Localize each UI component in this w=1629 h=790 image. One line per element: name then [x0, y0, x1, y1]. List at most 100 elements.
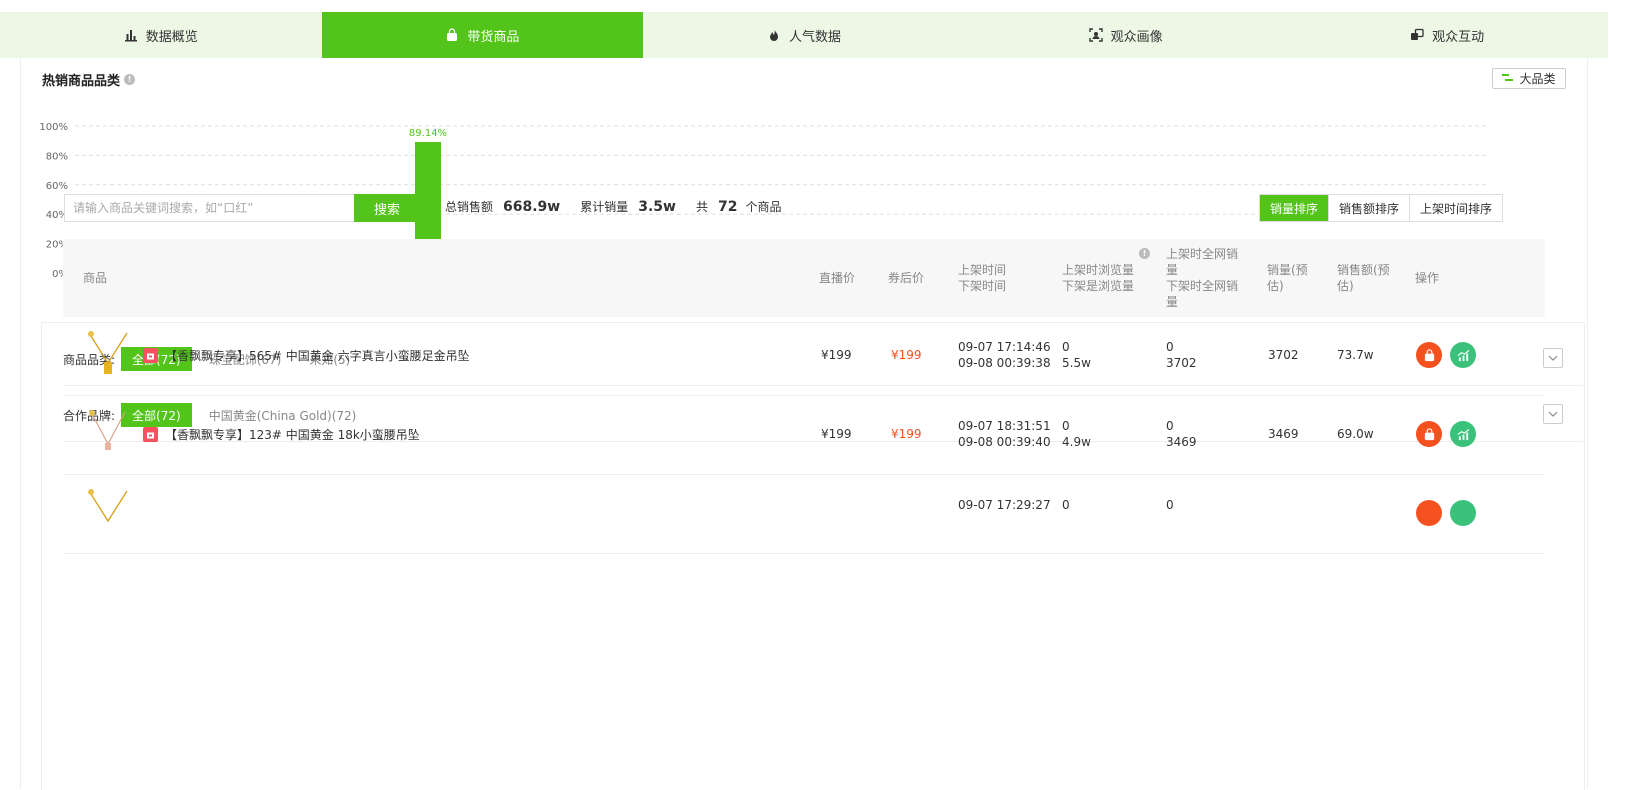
header-ops: 操作: [1415, 271, 1440, 285]
header-product: 商品: [83, 271, 108, 285]
buy-button[interactable]: [1416, 500, 1442, 526]
bar-value-label: 89.14%: [409, 128, 447, 139]
y-tick-label: 100%: [39, 122, 68, 133]
info-icon[interactable]: !: [1139, 248, 1150, 259]
category-expand-button[interactable]: [1543, 348, 1563, 368]
views-off: 5.5w: [1062, 356, 1091, 370]
toggle-icon: [1502, 72, 1514, 86]
bar-chart-icon: [124, 28, 138, 42]
time-cell: 09-07 17:14:46 09-08 00:39:38: [958, 339, 1051, 371]
tab-data-overview[interactable]: 数据概览: [0, 12, 322, 58]
net-off: 3702: [1166, 356, 1197, 370]
search-bar: 搜索: [64, 194, 420, 222]
tab-label: 人气数据: [788, 29, 841, 45]
header-net-off-2: 量: [1166, 295, 1179, 309]
buy-button[interactable]: [1416, 421, 1442, 447]
header-amount-1: 销售额(预: [1337, 263, 1390, 277]
tab-label: 数据概览: [145, 29, 198, 45]
fire-icon: [767, 28, 781, 42]
product-name[interactable]: 【香飘飘专享】123# 中国黄金 18k小蛮腰吊坠: [165, 426, 420, 443]
coupon-price: ¥199: [891, 427, 922, 441]
table-row: 【香飘飘专享】123# 中国黄金 18k小蛮腰吊坠 ¥199 ¥199 09-0…: [63, 396, 1545, 475]
search-input[interactable]: [64, 194, 354, 222]
y-tick-label: 60%: [46, 181, 68, 192]
time-on: 09-07 18:31:51: [958, 419, 1051, 433]
product-thumbnail[interactable]: [83, 408, 133, 458]
table-header: 商品 直播价 券后价 上架时间 下架时间 上架时浏览量 下架是浏览量 ! 上架时…: [63, 239, 1545, 317]
views-cell: 0 5.5w: [1062, 339, 1091, 371]
header-net-off-1: 下架时全网销: [1166, 279, 1239, 293]
header-sales: 销量(预 估): [1267, 262, 1308, 294]
product-thumbnail[interactable]: [83, 487, 133, 537]
buy-button[interactable]: [1416, 342, 1442, 368]
header-sales-1: 销量(预: [1267, 263, 1308, 277]
tab-products[interactable]: 带货商品: [321, 12, 644, 58]
big-category-button[interactable]: 大品类: [1492, 68, 1566, 89]
time-cell: 09-07 18:31:51 09-08 00:39:40: [958, 418, 1051, 450]
tab-popularity[interactable]: 人气数据: [643, 12, 965, 58]
chevron-down-icon: [1548, 411, 1558, 417]
live-price: ¥199: [821, 427, 852, 441]
info-icon[interactable]: !: [124, 74, 136, 85]
sort-by-time[interactable]: 上架时间排序: [1409, 195, 1503, 221]
time-cell: 09-07 17:29:27: [958, 497, 1051, 513]
sales: 3469: [1268, 427, 1299, 441]
amount: 73.7w: [1337, 348, 1374, 362]
sort-by-amount[interactable]: 销售额排序: [1328, 195, 1410, 221]
time-on: 09-07 17:14:46: [958, 340, 1051, 354]
shopping-bag-icon: [1424, 427, 1434, 440]
top-strip: [0, 0, 1629, 12]
net-sales-cell: 0 3702: [1166, 339, 1197, 371]
coupon-price: ¥199: [891, 348, 922, 362]
total-sales-label: 总销售额: [445, 200, 494, 214]
time-off: 09-08 00:39:38: [958, 356, 1051, 370]
time-off: 09-08 00:39:40: [958, 435, 1051, 449]
trend-chart-icon: [1457, 428, 1469, 440]
product-name[interactable]: 【香飘飘专享】565# 中国黄金 六字真言小蛮腰足金吊坠: [165, 347, 470, 364]
sort-by-sales[interactable]: 销量排序: [1260, 195, 1329, 221]
tab-label: 观众互动: [1432, 29, 1485, 45]
shop-icon: [143, 427, 158, 442]
chat-icon: [1410, 28, 1424, 42]
tab-audience-interaction[interactable]: 观众互动: [1286, 12, 1608, 58]
product-thumbnail[interactable]: [83, 329, 133, 379]
trend-button[interactable]: [1450, 421, 1476, 447]
sales-stats: 总销售额 668.9w 累计销量 3.5w 共 72 个商品: [445, 198, 782, 215]
header-net-sales: 上架时全网销 量 下架时全网销 量: [1166, 246, 1238, 310]
net-on: 0: [1166, 340, 1174, 354]
views-on: 0: [1062, 498, 1070, 512]
content-panel: 热销商品品类 ! 大品类 0%20%40%60%80%100%89.14%珠宝配…: [20, 58, 1588, 790]
count-suffix: 个商品: [745, 200, 782, 214]
header-views-off: 下架是浏览量: [1062, 279, 1135, 293]
section-title-text: 热销商品品类: [42, 74, 121, 89]
chevron-down-icon: [1548, 355, 1558, 361]
header-time-off: 下架时间: [958, 279, 1007, 293]
y-tick-label: 80%: [46, 151, 68, 162]
header-coupon-price: 券后价: [888, 271, 925, 285]
tab-label: 带货商品: [467, 29, 520, 45]
total-sales-value: 668.9w: [503, 199, 561, 215]
sort-group: 销量排序 销售额排序 上架时间排序: [1259, 194, 1504, 222]
search-button[interactable]: 搜索: [354, 194, 420, 222]
header-views: 上架时浏览量 下架是浏览量: [1062, 262, 1134, 294]
sales: 3702: [1268, 348, 1299, 362]
shop-icon: [143, 348, 158, 363]
tab-label: 观众画像: [1110, 29, 1163, 45]
views-on: 0: [1062, 419, 1070, 433]
amount: 69.0w: [1337, 427, 1374, 441]
live-price: ¥199: [821, 348, 852, 362]
views-cell: 0 4.9w: [1062, 418, 1091, 450]
header-amount: 销售额(预 估): [1337, 262, 1390, 294]
header-views-on: 上架时浏览量: [1062, 263, 1135, 277]
net-sales-cell: 0 3469: [1166, 418, 1197, 450]
header-live-price: 直播价: [819, 271, 856, 285]
trend-button[interactable]: [1450, 342, 1476, 368]
time-on: 09-07 17:29:27: [958, 498, 1051, 512]
product-table: 商品 直播价 券后价 上架时间 下架时间 上架时浏览量 下架是浏览量 ! 上架时…: [63, 239, 1545, 554]
header-time-on: 上架时间: [958, 263, 1007, 277]
trend-button[interactable]: [1450, 500, 1476, 526]
brand-expand-button[interactable]: [1543, 404, 1563, 424]
cumulative-value: 3.5w: [638, 199, 676, 215]
shopping-bag-icon: [1424, 348, 1434, 361]
tab-audience-profile[interactable]: 观众画像: [965, 12, 1287, 58]
